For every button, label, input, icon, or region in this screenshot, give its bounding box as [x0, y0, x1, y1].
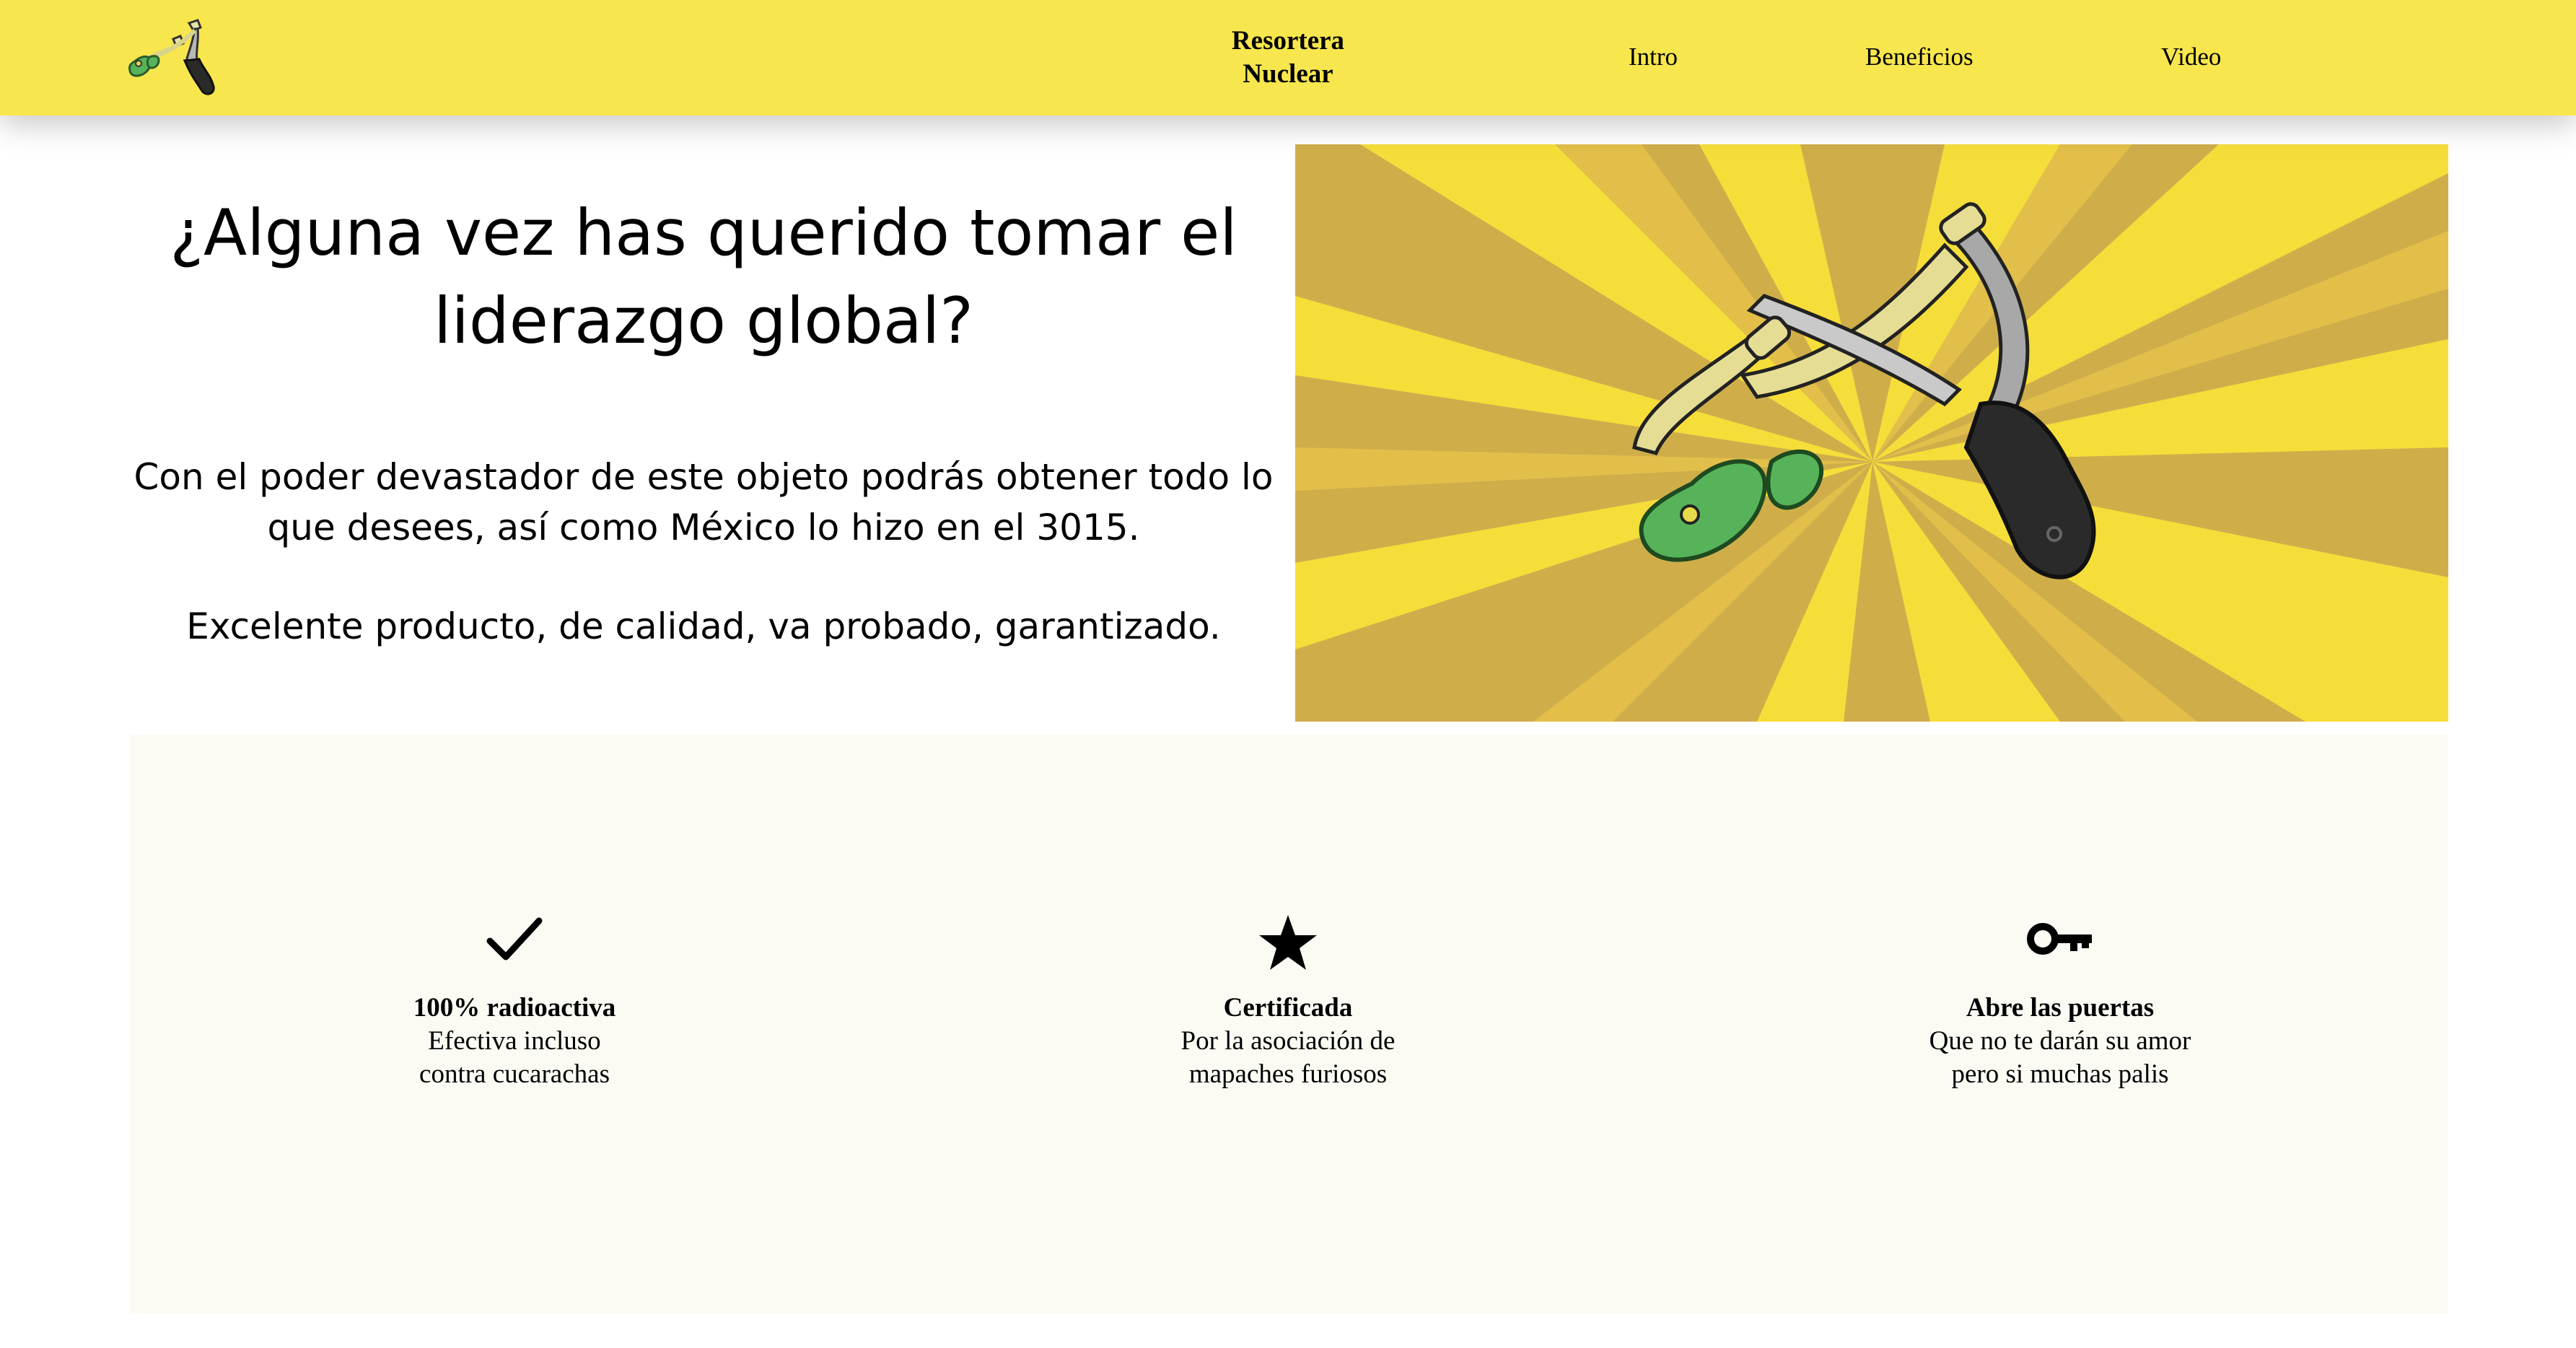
feature-line: Por la asociación de [1180, 1026, 1396, 1056]
nav-link-beneficios[interactable]: Beneficios [1865, 40, 1973, 74]
feature-radioactiva: 100% radioactiva Efectiva incluso contra… [312, 914, 717, 1091]
hero-title: ¿Alguna vez has querido tomar el lideraz… [170, 196, 1237, 358]
brand-name[interactable]: Resortera Nuclear [1212, 25, 1364, 91]
check-icon [486, 917, 543, 960]
feature-title: Certificada [1223, 993, 1353, 1023]
feature-line: contra cucarachas [419, 1059, 610, 1089]
feature-title: 100% radioactiva [413, 993, 616, 1023]
feature-puertas: Abre las puertas Que no te darán su amor… [1858, 914, 2262, 1091]
feature-line: Que no te darán su amor [1929, 1026, 2191, 1056]
hero-description: Con el poder devastador de este objeto p… [133, 456, 1274, 548]
feature-line: pero si muchas palis [1951, 1059, 2169, 1089]
feature-line: Efectiva incluso [428, 1026, 601, 1056]
hero-tagline: Excelente producto, de calidad, va proba… [186, 605, 1221, 647]
star-icon [1259, 915, 1317, 970]
site-header: Resortera Nuclear Intro Beneficios Video [0, 0, 2576, 115]
slingshot-icon[interactable] [123, 17, 222, 98]
features-section: 100% radioactiva Efectiva incluso contra… [130, 735, 2448, 1313]
nav-link-video[interactable]: Video [2161, 40, 2221, 74]
nav-link-intro[interactable]: Intro [1629, 40, 1678, 74]
feature-line: mapaches furiosos [1188, 1059, 1388, 1089]
feature-certificada: Certificada Por la asociación de mapache… [1086, 914, 1490, 1091]
feature-title: Abre las puertas [1966, 993, 2155, 1023]
key-icon [2027, 923, 2092, 955]
hero-section: ¿Alguna vez has querido tomar el lideraz… [123, 189, 1284, 652]
slingshot-illustration [1295, 144, 2448, 722]
